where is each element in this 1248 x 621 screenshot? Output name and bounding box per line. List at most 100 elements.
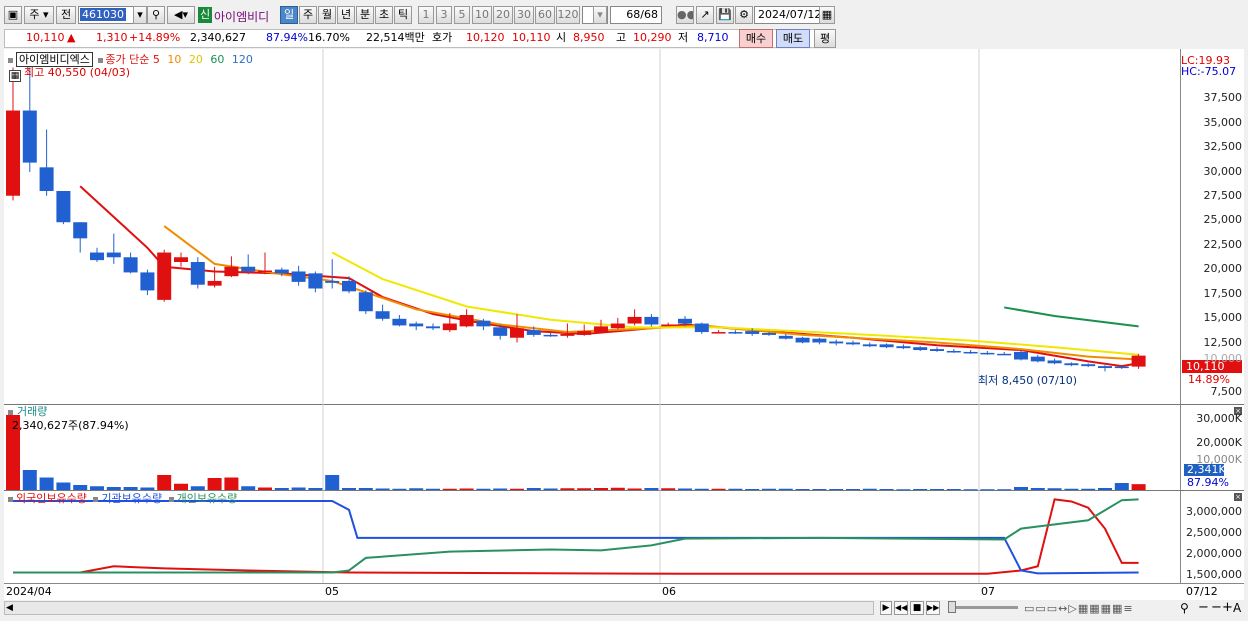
zoom-icon[interactable]: ⚲ [1180, 601, 1189, 615]
volume-bar [678, 488, 692, 490]
zoom-slider[interactable] [948, 606, 1018, 609]
candle-body [1047, 360, 1062, 364]
scroll-left-icon[interactable]: ◀ [6, 603, 13, 613]
volume-bar [1114, 483, 1129, 490]
legend-box-icon [98, 57, 104, 63]
zoom-minus-icon[interactable]: − [1211, 600, 1222, 615]
volume-bar [795, 489, 810, 490]
candle-body [896, 346, 911, 349]
volume-bar [829, 489, 844, 490]
zoom-in-icon[interactable]: + [1222, 600, 1233, 615]
foreign-legend: 외국인보유수량 [16, 492, 87, 505]
volume-bar [577, 488, 592, 490]
holding-legend: 외국인보유수량 기관보유수량 개인보유수량 [8, 492, 237, 506]
legend-box-icon [8, 409, 13, 415]
volume-bar [476, 488, 491, 490]
volume-tick: 30,000K [1196, 412, 1242, 425]
candle-body [543, 334, 558, 337]
price-tick: 10,000 [1203, 352, 1243, 365]
candle-body [778, 335, 793, 339]
volume-bar [39, 477, 54, 490]
ma10-line [163, 225, 1139, 361]
volume-info: 2,340,627주(87.94%) [12, 419, 129, 432]
candle-body [711, 332, 726, 334]
candle-body [174, 257, 188, 262]
candle-body [1131, 355, 1146, 367]
volume-bar [207, 478, 222, 490]
ma10-label: 10 [167, 53, 182, 66]
horizontal-scrollbar[interactable] [4, 601, 874, 615]
volume-bar [510, 488, 524, 490]
volume-bar [140, 487, 155, 490]
stop-icon[interactable]: ■ [910, 601, 924, 615]
ma5-label: 5 [152, 53, 160, 66]
volume-bar [1081, 488, 1096, 490]
volume-bar [258, 487, 272, 490]
volume-bar [1131, 484, 1146, 490]
volume-bar [123, 487, 138, 490]
close-pane-icon[interactable]: × [1234, 493, 1242, 501]
candle-body [946, 350, 961, 353]
price-tick: 37,500 [1203, 91, 1243, 104]
candle-body [694, 323, 709, 333]
volume-bar [1098, 488, 1112, 490]
volume-bar [174, 483, 188, 490]
candle-body [594, 326, 608, 333]
volume-bar [375, 488, 390, 490]
volume-bar [627, 488, 642, 490]
x-label: 06 [662, 585, 676, 598]
volume-bar [426, 488, 440, 490]
price-tick: 22,500 [1203, 238, 1243, 251]
volume-bar [409, 488, 424, 490]
volume-bar [308, 488, 323, 490]
holding-tick: 1,500,000 [1186, 568, 1242, 581]
legend-prefix: 종가 단순 [105, 53, 150, 66]
price-tick: 17,500 [1203, 287, 1243, 300]
candle-body [1081, 364, 1096, 367]
volume-bar [73, 485, 88, 490]
table-icon[interactable]: ▦ [9, 70, 21, 82]
institution-legend: 기관보유수량 [101, 492, 163, 505]
volume-bar [1047, 488, 1062, 490]
candle-body [325, 280, 340, 283]
candle-body [39, 167, 54, 191]
volume-bar [694, 488, 709, 490]
volume-bar [493, 488, 508, 490]
zoom-out-icon[interactable]: − [1198, 600, 1209, 615]
candle-body [879, 344, 894, 348]
candle-body [442, 323, 457, 331]
candle-body [56, 191, 71, 223]
volume-bar [392, 488, 407, 490]
candle-body [678, 318, 692, 324]
chart-tools-icons[interactable]: ▭▭▭↔▷▦▦▦▦≡ [1024, 602, 1134, 615]
x-axis [4, 583, 1244, 600]
candle-body [157, 252, 172, 300]
volume-bar [241, 486, 256, 490]
candle-body [22, 110, 37, 163]
volume-bar [644, 488, 659, 490]
volume-bar [224, 477, 239, 490]
holding-tick: 2,000,000 [1186, 547, 1242, 560]
volume-tick: 10,000K [1196, 453, 1242, 466]
volume-bar [56, 482, 71, 490]
price-tick: 12,500 [1203, 336, 1243, 349]
volume-bar [711, 488, 726, 490]
volume-bar [22, 470, 37, 490]
scroll-right-icon[interactable]: ▶ [880, 601, 892, 615]
rewind-icon[interactable]: ◀◀ [894, 601, 908, 615]
price-tick: 7,500 [1210, 385, 1243, 398]
volume-bar [946, 489, 961, 490]
x-label: 07/12 [1186, 585, 1218, 598]
volume-bar [459, 488, 474, 490]
volume-bar [862, 488, 877, 490]
candle-body [459, 315, 474, 327]
zoom-slider-handle[interactable] [948, 601, 956, 613]
holding-line-1 [13, 500, 1139, 575]
volume-bar [879, 489, 894, 490]
candle-body [1114, 366, 1129, 369]
chart-canvas [6, 49, 1146, 583]
auto-scale-icon[interactable]: A [1233, 601, 1241, 615]
fast-forward-icon[interactable]: ▶▶ [926, 601, 940, 615]
candle-body [358, 292, 373, 312]
candle-body [745, 331, 760, 334]
